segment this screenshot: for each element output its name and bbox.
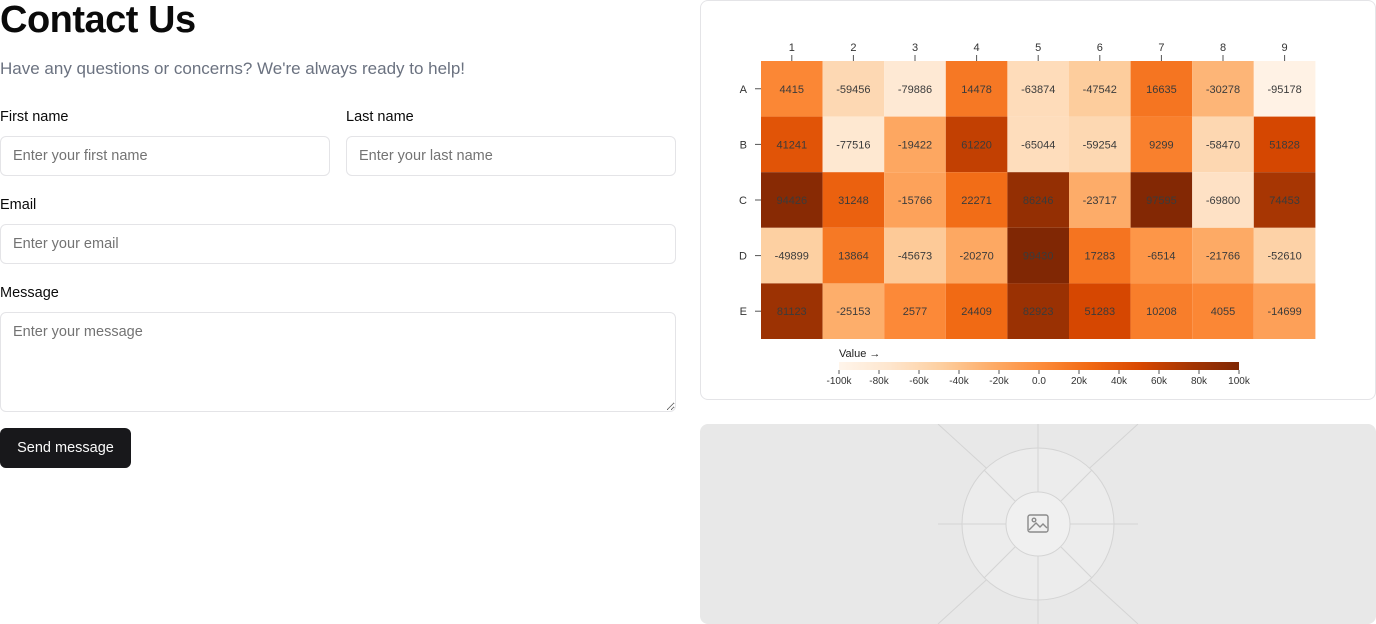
cell-value-label: 22271 xyxy=(961,195,992,207)
row-label: C xyxy=(739,195,747,207)
cell-value-label: 2577 xyxy=(903,306,927,318)
legend-tick-label: 40k xyxy=(1111,376,1128,387)
cell-value-label: 17283 xyxy=(1085,251,1116,263)
email-label: Email xyxy=(0,197,37,213)
cell-value-label: -58470 xyxy=(1206,139,1240,151)
column-label: 4 xyxy=(974,42,980,54)
column-label: 2 xyxy=(850,42,856,54)
legend-tick-label: -60k xyxy=(909,376,929,387)
legend-tick-label: -80k xyxy=(869,376,889,387)
placeholder-graphic xyxy=(937,424,1139,624)
message-label: Message xyxy=(0,285,59,301)
cell-value-label: -14699 xyxy=(1267,306,1301,318)
cell-value-label: -69800 xyxy=(1206,195,1240,207)
page-subtitle: Have any questions or concerns? We're al… xyxy=(0,59,466,78)
legend-tick-label: -100k xyxy=(826,376,852,387)
cell-value-label: -25153 xyxy=(836,306,870,318)
cell-value-label: 94426 xyxy=(777,195,808,207)
message-textarea[interactable] xyxy=(0,312,676,412)
cell-value-label: 61220 xyxy=(961,139,992,151)
cell-value-label: -59254 xyxy=(1083,139,1117,151)
cell-value-label: 4055 xyxy=(1211,306,1235,318)
cell-value-label: -6514 xyxy=(1147,251,1175,263)
cell-value-label: -63874 xyxy=(1021,84,1055,96)
cell-value-label: -47542 xyxy=(1083,84,1117,96)
first-name-input[interactable] xyxy=(0,136,330,176)
last-name-label: Last name xyxy=(346,109,414,125)
cell-value-label: -21766 xyxy=(1206,251,1240,263)
legend-tick-label: 80k xyxy=(1191,376,1208,387)
send-message-button[interactable]: Send message xyxy=(0,428,131,468)
cell-value-label: 51828 xyxy=(1269,139,1300,151)
cell-value-label: -95178 xyxy=(1267,84,1301,96)
row-label: B xyxy=(740,139,747,151)
cell-value-label: 74453 xyxy=(1269,195,1300,207)
cell-value-label: -45673 xyxy=(898,251,932,263)
column-label: 1 xyxy=(789,42,795,54)
cell-value-label: -23717 xyxy=(1083,195,1117,207)
cell-value-label: 13864 xyxy=(838,251,869,263)
cell-value-label: -30278 xyxy=(1206,84,1240,96)
row-label: E xyxy=(740,306,747,318)
last-name-input[interactable] xyxy=(346,136,676,176)
legend-title: Value → xyxy=(839,348,880,360)
column-label: 7 xyxy=(1158,42,1164,54)
cell-value-label: -49899 xyxy=(775,251,809,263)
cell-value-label: 10208 xyxy=(1146,306,1177,318)
cell-value-label: -59456 xyxy=(836,84,870,96)
first-name-label: First name xyxy=(0,109,69,125)
cell-value-label: 82923 xyxy=(1023,306,1054,318)
cell-value-label: 41241 xyxy=(777,139,808,151)
column-label: 5 xyxy=(1035,42,1041,54)
cell-value-label: 51283 xyxy=(1085,306,1116,318)
page-title: Contact Us xyxy=(0,0,196,41)
cell-value-label: 24409 xyxy=(961,306,992,318)
legend-color-bar xyxy=(839,362,1239,370)
cell-value-label: -65044 xyxy=(1021,139,1055,151)
cell-value-label: 4415 xyxy=(780,84,804,96)
cell-value-label: 97595 xyxy=(1146,195,1177,207)
cell-value-label: 81123 xyxy=(777,306,807,318)
cell-value-label: -77516 xyxy=(836,139,870,151)
cell-value-label: 86246 xyxy=(1023,195,1054,207)
column-label: 3 xyxy=(912,42,918,54)
cell-value-label: -19422 xyxy=(898,139,932,151)
image-placeholder xyxy=(700,424,1376,624)
row-label: A xyxy=(740,84,748,96)
column-label: 9 xyxy=(1282,42,1288,54)
cell-value-label: 9299 xyxy=(1149,139,1173,151)
column-label: 8 xyxy=(1220,42,1226,54)
heatmap-card: 1 2 3 4 5 6 7 8 9 A B C D E 4415 -59456 -79886 14478 -6387… xyxy=(700,0,1376,400)
legend-tick-label: 60k xyxy=(1151,376,1168,387)
legend-tick-label: 100k xyxy=(1228,376,1251,387)
cell-value-label: 99430 xyxy=(1023,251,1054,263)
cell-value-label: 31248 xyxy=(838,195,869,207)
email-input[interactable] xyxy=(0,224,676,264)
cell-value-label: -52610 xyxy=(1267,251,1301,263)
legend-tick-label: -40k xyxy=(949,376,969,387)
legend-tick-label: 0.0 xyxy=(1032,376,1046,387)
cell-value-label: -15766 xyxy=(898,195,932,207)
row-label: D xyxy=(739,251,747,263)
cell-value-label: -79886 xyxy=(898,84,932,96)
column-label: 6 xyxy=(1097,42,1103,54)
legend-tick-label: 20k xyxy=(1071,376,1088,387)
legend-tick-label: -20k xyxy=(989,376,1009,387)
heatmap-chart: 1 2 3 4 5 6 7 8 9 A B C D E 4415 -59456 -79886 14478 -6387… xyxy=(739,42,1316,387)
cell-value-label: -20270 xyxy=(959,251,993,263)
cell-value-label: 14478 xyxy=(961,84,992,96)
cell-value-label: 16635 xyxy=(1146,84,1177,96)
